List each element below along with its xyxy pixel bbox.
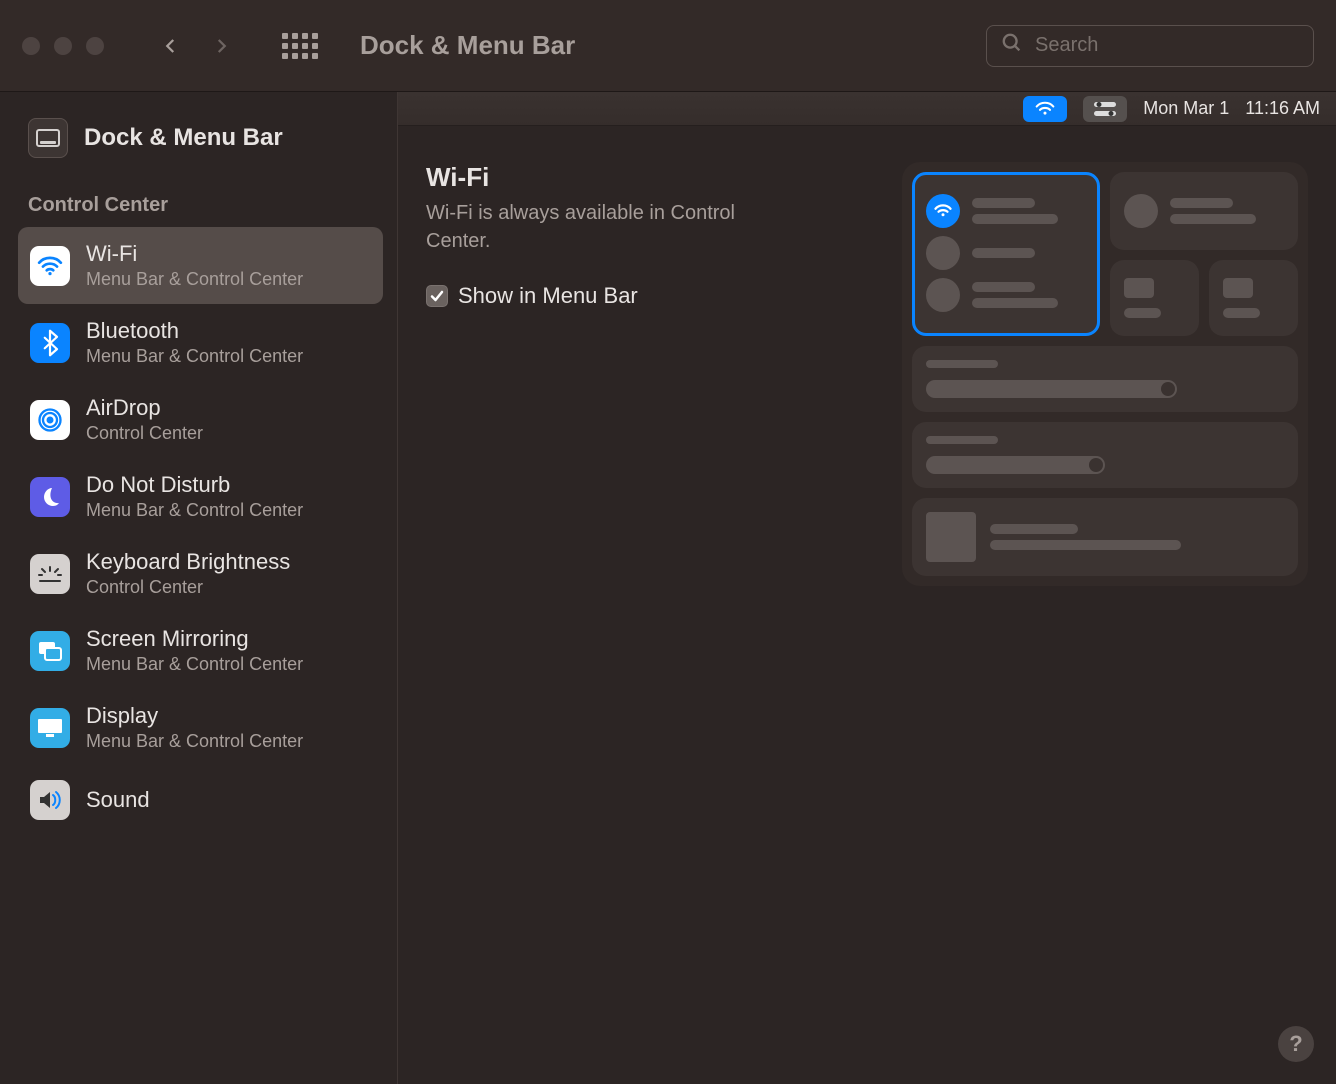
content-pane: Mon Mar 1 11:16 AM Wi-Fi Wi-Fi is always… xyxy=(398,92,1336,1084)
search-input[interactable] xyxy=(1033,33,1299,58)
nav-arrows xyxy=(156,31,236,61)
show-all-preferences-button[interactable] xyxy=(282,33,318,59)
sidebar-item-wifi[interactable]: Wi-Fi Menu Bar & Control Center xyxy=(18,227,383,304)
sidebar-item-label: Wi-Fi xyxy=(86,241,303,267)
sidebar-item-label: Screen Mirroring xyxy=(86,626,303,652)
display-icon xyxy=(30,708,70,748)
sidebar-item-label: Bluetooth xyxy=(86,318,303,344)
sidebar-item-airdrop[interactable]: AirDrop Control Center xyxy=(18,381,383,458)
sidebar-item-subtitle: Menu Bar & Control Center xyxy=(86,269,303,290)
menubar-wifi-icon xyxy=(1023,96,1067,122)
sound-icon xyxy=(30,780,70,820)
control-center-preview xyxy=(902,162,1308,586)
airdrop-icon xyxy=(30,400,70,440)
cc-sound-card xyxy=(912,422,1298,488)
sidebar-module-dock-menubar[interactable]: Dock & Menu Bar xyxy=(18,110,383,166)
keyboard-brightness-icon xyxy=(30,554,70,594)
sidebar-item-bluetooth[interactable]: Bluetooth Menu Bar & Control Center xyxy=(18,304,383,381)
forward-button[interactable] xyxy=(206,31,236,61)
sidebar-item-sound[interactable]: Sound xyxy=(18,766,383,820)
sidebar-item-label: Display xyxy=(86,703,303,729)
window-title: Dock & Menu Bar xyxy=(360,30,575,61)
sidebar-module-label: Dock & Menu Bar xyxy=(84,124,283,152)
sidebar-item-label: Keyboard Brightness xyxy=(86,549,290,575)
cc-connectivity-card xyxy=(912,172,1100,336)
menubar-control-center-icon xyxy=(1083,96,1127,122)
help-button[interactable]: ? xyxy=(1278,1026,1314,1062)
bluetooth-icon xyxy=(30,323,70,363)
menubar-preview: Mon Mar 1 11:16 AM xyxy=(398,92,1336,126)
cc-now-playing-card xyxy=(912,498,1298,576)
screen-mirroring-icon xyxy=(30,631,70,671)
search-field-container xyxy=(986,25,1314,67)
pane-heading: Wi-Fi xyxy=(426,162,892,193)
show-in-menubar-row[interactable]: Show in Menu Bar xyxy=(426,283,892,309)
sidebar-section-header: Control Center xyxy=(18,186,383,227)
sidebar-item-keyboard-brightness[interactable]: Keyboard Brightness Control Center xyxy=(18,535,383,612)
cc-screen-mirroring-card xyxy=(1209,260,1298,336)
sidebar-item-subtitle: Menu Bar & Control Center xyxy=(86,654,303,675)
moon-icon xyxy=(30,477,70,517)
pane-description: Wi-Fi is always available in Control Cen… xyxy=(426,199,786,255)
sidebar: Dock & Menu Bar Control Center Wi-Fi Men… xyxy=(0,92,398,1084)
sidebar-item-subtitle: Control Center xyxy=(86,423,203,444)
cc-dnd-card xyxy=(1110,172,1298,250)
wifi-icon xyxy=(30,246,70,286)
menubar-time: 11:16 AM xyxy=(1245,98,1320,119)
show-in-menubar-label: Show in Menu Bar xyxy=(458,283,638,309)
minimize-window-button[interactable] xyxy=(54,37,72,55)
sidebar-item-do-not-disturb[interactable]: Do Not Disturb Menu Bar & Control Center xyxy=(18,458,383,535)
sidebar-item-label: Do Not Disturb xyxy=(86,472,303,498)
sidebar-item-subtitle: Control Center xyxy=(86,577,290,598)
search-icon xyxy=(1001,32,1023,59)
dock-menubar-icon xyxy=(28,118,68,158)
titlebar: Dock & Menu Bar xyxy=(0,0,1336,92)
sidebar-item-subtitle: Menu Bar & Control Center xyxy=(86,346,303,367)
sidebar-item-display[interactable]: Display Menu Bar & Control Center xyxy=(18,689,383,766)
cc-keyboard-brightness-card xyxy=(1110,260,1199,336)
cc-wifi-icon xyxy=(926,194,960,228)
show-in-menubar-checkbox[interactable] xyxy=(426,285,448,307)
sidebar-item-label: Sound xyxy=(86,787,150,813)
sidebar-item-screen-mirroring[interactable]: Screen Mirroring Menu Bar & Control Cent… xyxy=(18,612,383,689)
cc-display-card xyxy=(912,346,1298,412)
zoom-window-button[interactable] xyxy=(86,37,104,55)
sidebar-item-subtitle: Menu Bar & Control Center xyxy=(86,500,303,521)
menubar-date: Mon Mar 1 xyxy=(1143,98,1229,119)
back-button[interactable] xyxy=(156,31,186,61)
sidebar-item-label: AirDrop xyxy=(86,395,203,421)
window-controls xyxy=(22,37,104,55)
sidebar-item-subtitle: Menu Bar & Control Center xyxy=(86,731,303,752)
close-window-button[interactable] xyxy=(22,37,40,55)
